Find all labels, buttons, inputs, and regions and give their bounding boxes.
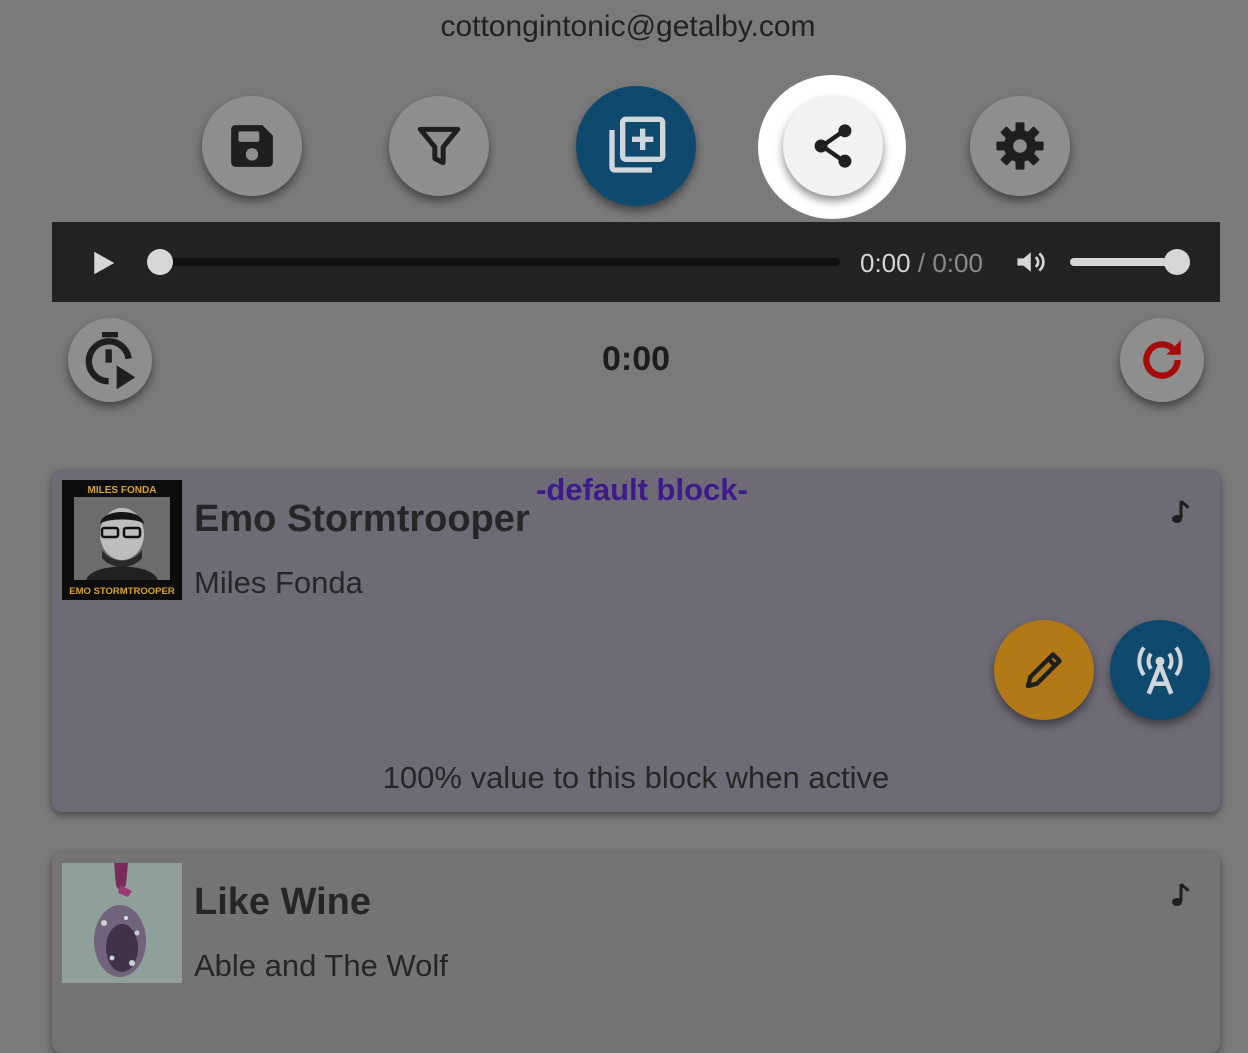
broadcast-button[interactable] <box>1110 620 1210 720</box>
album-art-bottom-text: EMO STORMTROOPER <box>69 586 175 597</box>
seek-handle[interactable] <box>147 249 173 275</box>
add-library-icon <box>609 116 666 173</box>
save-button[interactable] <box>202 96 302 196</box>
album-art-top-text: MILES FONDA <box>88 485 157 496</box>
song-title: Like Wine <box>194 881 372 923</box>
music-note-icon <box>1172 500 1190 523</box>
duration: 0:00 <box>932 248 983 278</box>
time-readout: 0:00 / 0:00 <box>860 248 983 279</box>
edit-block-button[interactable] <box>994 620 1094 720</box>
song-artist: Able and The Wolf <box>194 948 448 983</box>
volume-handle[interactable] <box>1164 249 1190 275</box>
filter-icon <box>417 126 461 166</box>
refresh-icon <box>1143 340 1181 379</box>
default-block-label: -default block- <box>536 472 748 507</box>
add-block-button[interactable] <box>576 86 696 206</box>
broadcast-tower-icon <box>1137 646 1183 695</box>
refresh-button[interactable] <box>1120 318 1204 402</box>
play-icon[interactable] <box>88 248 118 278</box>
song-title: Emo Stormtrooper <box>194 498 530 540</box>
seek-bar[interactable] <box>160 258 840 266</box>
gear-icon <box>996 122 1044 170</box>
music-note-icon <box>1172 883 1190 906</box>
song-artist: Miles Fonda <box>194 565 363 600</box>
settings-button[interactable] <box>970 96 1070 196</box>
album-art-image <box>62 863 182 983</box>
pencil-icon <box>1025 652 1062 689</box>
album-art: MILES FONDA EMO STORMTROOPER <box>62 480 182 600</box>
block-card-1[interactable]: MILES FONDA EMO STORMTROOPER -default bl… <box>52 470 1220 812</box>
current-time: 0:00 <box>860 248 911 278</box>
value-split-text: 100% value to this block when active <box>382 760 890 795</box>
account-email: cottongintonic@getalby.com <box>440 10 816 43</box>
filter-button[interactable] <box>389 96 489 196</box>
share-icon <box>814 124 852 168</box>
block-card-2[interactable]: Like Wine Able and The Wolf <box>52 853 1220 1053</box>
timer-display: 0:00 <box>601 340 671 378</box>
share-button[interactable] <box>783 96 883 196</box>
volume-icon[interactable] <box>1015 247 1049 277</box>
album-art <box>62 863 182 983</box>
time-separator: / <box>917 248 926 278</box>
album-art-image: MILES FONDA EMO STORMTROOPER <box>62 480 182 600</box>
save-icon <box>231 125 273 167</box>
